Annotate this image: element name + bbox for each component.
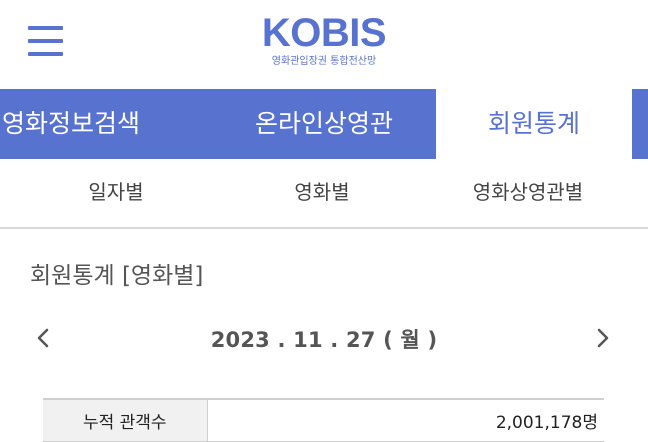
tab-movie-search[interactable]: 영화정보검색 (0, 89, 212, 159)
row-label-cumulative-audience: 누적 관객수 (43, 399, 208, 442)
main-navigation: 영화정보검색 온라인상영관 회원통계 (0, 89, 648, 159)
subtab-by-movie[interactable]: 영화별 (242, 159, 402, 227)
table-row: 누적 관객수 2,001,178명 (43, 399, 604, 442)
tab-online-theater[interactable]: 온라인상영관 (212, 89, 436, 159)
tab-label: 회원통계 (487, 109, 580, 138)
kobis-logo[interactable]: KOBIS 영화관입장권 통합전산망 (254, 12, 394, 68)
row-value-cumulative-audience: 2,001,178명 (207, 399, 604, 442)
chevron-right-icon[interactable] (590, 324, 614, 352)
tab-label: 온라인상영관 (254, 109, 393, 138)
menu-bar-middle (28, 39, 63, 43)
app-header: KOBIS 영화관입장권 통합전산망 (0, 0, 648, 89)
date-navigator: 2023 . 11 . 27 ( 월 ) (0, 316, 648, 360)
logo-subtitle: 영화관입장권 통합전산망 (271, 56, 377, 67)
current-date: 2023 . 11 . 27 ( 월 ) (210, 328, 438, 352)
tab-next-partial[interactable] (632, 89, 648, 159)
menu-bar-bottom (28, 52, 63, 56)
hamburger-menu-icon[interactable] (28, 26, 64, 56)
subtab-by-date[interactable]: 일자별 (36, 159, 196, 227)
subtab-by-theater[interactable]: 영화상영관별 (448, 159, 608, 227)
logo-text: KOBIS (261, 11, 387, 55)
tab-member-statistics[interactable]: 회원통계 (436, 89, 632, 159)
sub-navigation: 일자별 영화별 영화상영관별 (0, 159, 648, 229)
menu-bar-top (28, 26, 63, 30)
page-title: 회원통계 [영화별] (30, 263, 204, 289)
tab-label: 영화정보검색 (1, 109, 140, 138)
statistics-table: 누적 관객수 2,001,178명 (43, 398, 604, 442)
